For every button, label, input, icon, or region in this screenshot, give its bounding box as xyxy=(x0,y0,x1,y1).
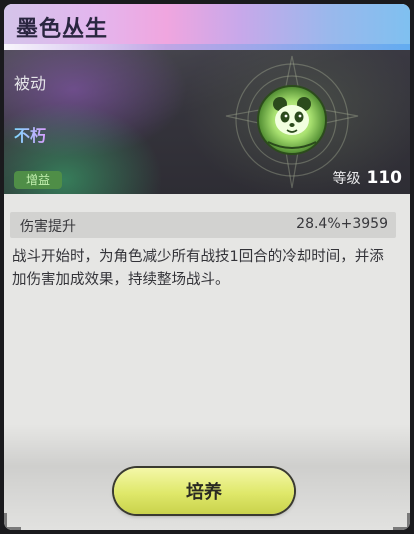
stat-value: 28.4%+3959 xyxy=(296,216,388,232)
skill-type-label: 被动 xyxy=(14,74,47,93)
stat-name: 伤害提升 xyxy=(20,219,76,235)
level-value: 110 xyxy=(366,168,403,188)
skill-title: 墨色丛生 xyxy=(16,17,109,42)
skill-detail-card: 墨色丛生 被动 不朽 增益 等级 110 伤害提升 28.4%+3959 战斗开… xyxy=(4,4,410,530)
panda-emblem-icon xyxy=(225,55,359,189)
title-bar: 墨色丛生 xyxy=(4,4,410,50)
buff-tag-badge: 增益 xyxy=(14,171,62,189)
stat-row-damage-boost: 伤害提升 28.4%+3959 xyxy=(10,212,396,238)
skill-banner: 被动 不朽 增益 等级 110 xyxy=(4,50,410,194)
skill-description: 战斗开始时，为角色减少所有战技1回合的冷却时间，并添加伤害加成效果，持续整场战斗… xyxy=(12,249,384,288)
corner-decoration-right xyxy=(393,513,410,530)
cultivate-button[interactable]: 培养 xyxy=(114,468,294,514)
cultivate-button-label: 培养 xyxy=(186,482,222,503)
corner-decoration-left xyxy=(4,513,21,530)
skill-keyword: 不朽 xyxy=(14,122,46,146)
